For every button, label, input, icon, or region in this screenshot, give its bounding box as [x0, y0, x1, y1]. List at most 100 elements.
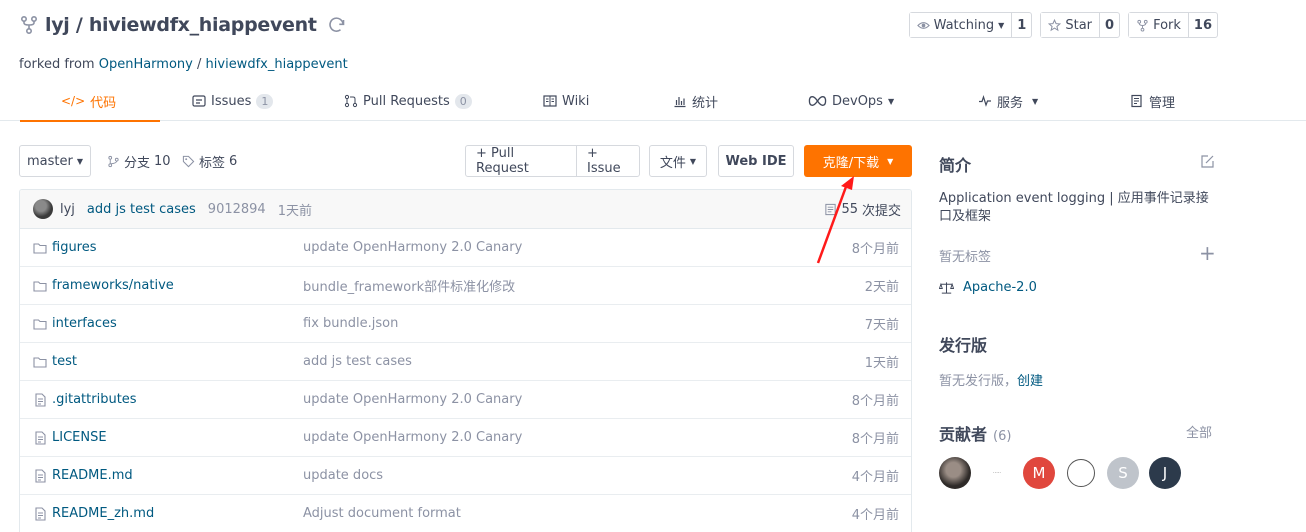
- file-age: 4个月前: [851, 470, 899, 485]
- table-row[interactable]: frameworks/native bundle_framework部件标准化修改…: [20, 267, 911, 305]
- file-commit-message[interactable]: update OpenHarmony 2.0 Canary: [303, 392, 522, 407]
- table-row[interactable]: LICENSE update OpenHarmony 2.0 Canary 8个月前: [20, 419, 911, 457]
- wiki-icon: [543, 95, 557, 107]
- tab-issues[interactable]: Issues 1: [192, 81, 274, 121]
- commit-author[interactable]: lyj: [60, 202, 75, 217]
- license-name: Apache-2.0: [963, 280, 1037, 295]
- forked-from-note: forked from OpenHarmony / hiviewdfx_hiap…: [19, 57, 348, 72]
- new-issue-button[interactable]: + Issue: [576, 146, 639, 176]
- fork-button[interactable]: Fork 16: [1128, 12, 1218, 38]
- table-row[interactable]: figures update OpenHarmony 2.0 Canary 8个月前: [20, 229, 911, 267]
- tab-devops[interactable]: DevOps ▼: [808, 81, 894, 121]
- repo-header: lyj / hiviewdfx_hiappevent: [19, 10, 347, 40]
- settings-doc-icon: [1131, 94, 1142, 108]
- tab-manage[interactable]: 管理: [1130, 81, 1175, 121]
- forked-from-repo-link[interactable]: hiviewdfx_hiappevent: [206, 57, 348, 72]
- repo-name[interactable]: hiviewdfx_hiappevent: [89, 14, 317, 36]
- red-arrow-annotation: [816, 176, 854, 264]
- table-row[interactable]: README_zh.md Adjust document format 4个月前: [20, 495, 911, 532]
- file-commit-message[interactable]: bundle_framework部件标准化修改: [303, 276, 515, 295]
- file-commit-message[interactable]: add js test cases: [303, 354, 412, 369]
- table-row[interactable]: .gitattributes update OpenHarmony 2.0 Can…: [20, 381, 911, 419]
- watch-button[interactable]: Watching ▼ 1: [908, 12, 1033, 38]
- tab-pull-requests[interactable]: Pull Requests 0: [344, 81, 472, 121]
- avatar[interactable]: S: [1107, 457, 1139, 489]
- file-rows: figures update OpenHarmony 2.0 Canary 8个月前…: [20, 229, 911, 532]
- fork-small-icon: [1137, 19, 1148, 32]
- create-release-link[interactable]: 创建: [1017, 374, 1043, 389]
- file-commit-message[interactable]: update OpenHarmony 2.0 Canary: [303, 240, 522, 255]
- avatar[interactable]: J: [1149, 457, 1181, 489]
- folder-icon: [33, 243, 47, 254]
- infinity-icon: [808, 96, 827, 106]
- all-contributors-link[interactable]: 全部: [1186, 422, 1212, 441]
- releases-title: 发行版: [939, 336, 988, 355]
- file-icon: [35, 469, 46, 483]
- file-name-link[interactable]: README_zh.md: [52, 506, 154, 521]
- caret-down-icon: ▼: [76, 156, 83, 166]
- table-row[interactable]: test add js test cases 1天前: [20, 343, 911, 381]
- tab-label: Issues: [211, 93, 252, 109]
- intro-title: 简介: [939, 156, 972, 175]
- caret-down-icon: ▼: [887, 156, 894, 166]
- star-label-wrap[interactable]: Star: [1041, 13, 1100, 37]
- file-list: lyj add js test cases 9012894 1天前 55 次提交…: [19, 189, 912, 532]
- file-name-link[interactable]: frameworks/native: [52, 278, 174, 293]
- file-name-link[interactable]: interfaces: [52, 316, 117, 331]
- branches-link[interactable]: 分支 10: [107, 145, 171, 177]
- tab-label: 服务: [997, 95, 1024, 111]
- edit-icon[interactable]: [1200, 154, 1215, 169]
- contributors-header: 贡献者 (6): [939, 421, 1011, 445]
- star-button[interactable]: Star 0: [1040, 12, 1121, 38]
- avatar[interactable]: [939, 457, 971, 489]
- avatar[interactable]: [33, 199, 53, 219]
- avatar[interactable]: [1067, 459, 1095, 487]
- file-commit-message[interactable]: Adjust document format: [303, 506, 461, 521]
- file-name-link[interactable]: figures: [52, 240, 97, 255]
- commit-sha[interactable]: 9012894: [208, 202, 266, 217]
- caret-down-icon: ▼: [998, 20, 1005, 30]
- folder-icon: [33, 357, 47, 368]
- file-name-link[interactable]: .gitattributes: [52, 392, 137, 407]
- web-ide-button[interactable]: Web IDE: [718, 145, 794, 177]
- sync-icon[interactable]: [327, 15, 347, 35]
- file-name: README_zh.md: [52, 506, 155, 521]
- issues-icon: [192, 95, 206, 107]
- watch-label-wrap[interactable]: Watching ▼: [909, 13, 1012, 37]
- file-commit-message[interactable]: fix bundle.json: [303, 316, 398, 331]
- repo-owner[interactable]: lyj: [45, 14, 70, 36]
- fork-count[interactable]: 16: [1187, 13, 1217, 37]
- tab-code[interactable]: </> 代码: [20, 81, 161, 122]
- file-age: 8个月前: [851, 394, 899, 409]
- add-tag-icon[interactable]: +: [1199, 241, 1216, 265]
- branches-label: 分支: [124, 155, 151, 171]
- forked-from-org-link[interactable]: OpenHarmony: [99, 57, 193, 72]
- file-name-link[interactable]: LICENSE: [52, 430, 107, 445]
- fork-label-wrap[interactable]: Fork: [1129, 13, 1188, 37]
- file-name-link[interactable]: README.md: [52, 468, 133, 483]
- tab-services[interactable]: 服务 ▼: [978, 81, 1038, 121]
- file-name-link[interactable]: test: [52, 354, 77, 369]
- avatar[interactable]: ·····: [981, 457, 1013, 489]
- active-tab-indicator: [20, 120, 161, 122]
- repo-title[interactable]: lyj / hiviewdfx_hiappevent: [45, 14, 317, 36]
- commit-time: 1天前: [277, 203, 312, 219]
- table-row[interactable]: README.md update docs 4个月前: [20, 457, 911, 495]
- star-count[interactable]: 0: [1099, 13, 1119, 37]
- files-dropdown[interactable]: 文件 ▼: [649, 145, 707, 177]
- branch-select[interactable]: master ▼: [19, 145, 91, 177]
- tab-label: Wiki: [562, 93, 590, 109]
- file-commit-message[interactable]: update OpenHarmony 2.0 Canary: [303, 430, 522, 445]
- tags-link[interactable]: 标签 6: [182, 145, 237, 177]
- file-name: figures: [52, 240, 97, 255]
- new-pull-request-button[interactable]: + Pull Request: [466, 146, 576, 176]
- avatar[interactable]: M: [1023, 457, 1055, 489]
- license-link[interactable]: Apache-2.0: [939, 280, 1037, 295]
- tab-stats[interactable]: 统计: [673, 81, 718, 121]
- file-commit-message[interactable]: update docs: [303, 468, 383, 483]
- repo-toolbar: master ▼ 分支 10 标签 6 + Pull Request + Iss…: [19, 145, 912, 177]
- watch-count[interactable]: 1: [1011, 13, 1031, 37]
- tab-wiki[interactable]: Wiki: [543, 81, 589, 121]
- commit-message-link[interactable]: add js test cases: [87, 202, 196, 217]
- table-row[interactable]: interfaces fix bundle.json 7天前: [20, 305, 911, 343]
